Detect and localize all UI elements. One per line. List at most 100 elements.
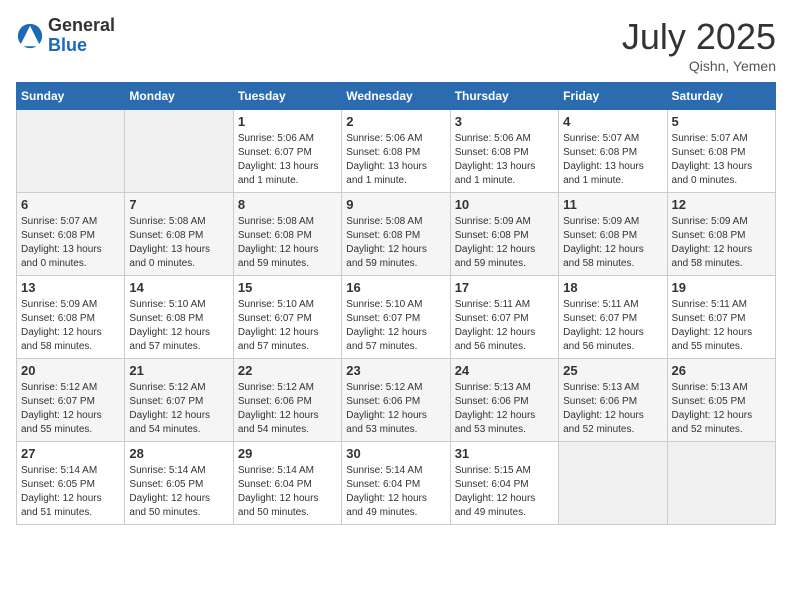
calendar-cell: 10Sunrise: 5:09 AMSunset: 6:08 PMDayligh… bbox=[450, 193, 558, 276]
day-number: 11 bbox=[563, 197, 662, 212]
day-number: 24 bbox=[455, 363, 554, 378]
cell-info: Sunrise: 5:08 AMSunset: 6:08 PMDaylight:… bbox=[238, 215, 337, 271]
day-number: 27 bbox=[21, 446, 120, 461]
day-number: 29 bbox=[238, 446, 337, 461]
day-number: 21 bbox=[129, 363, 228, 378]
cell-info: Sunrise: 5:09 AMSunset: 6:08 PMDaylight:… bbox=[21, 298, 120, 354]
calendar-cell: 21 Sunrise: 5:12 AMSunset: 6:07 PMDayligh… bbox=[125, 359, 233, 442]
calendar-cell: 9 Sunrise: 5:08 AMSunset: 6:08 PMDaylight… bbox=[342, 193, 450, 276]
calendar-cell: 30 Sunrise: 5:14 AMSunset: 6:04 PMDayligh… bbox=[342, 442, 450, 525]
day-number: 22 bbox=[238, 363, 337, 378]
calendar-cell: 26 Sunrise: 5:13 AMSunset: 6:05 PMDayligh… bbox=[667, 359, 775, 442]
day-number: 6 bbox=[21, 197, 120, 212]
cell-info: Sunrise: 5:09 AMSunset: 6:08 PMDaylight:… bbox=[455, 215, 554, 271]
calendar-cell: 15Sunrise: 5:10 AMSunset: 6:07 PMDayligh… bbox=[233, 276, 341, 359]
day-number: 2 bbox=[346, 114, 445, 129]
day-number: 26 bbox=[672, 363, 771, 378]
month-year: July 2025 bbox=[622, 16, 776, 58]
header-day: Saturday bbox=[667, 83, 775, 110]
calendar-cell: 16Sunrise: 5:10 AMSunset: 6:07 PMDayligh… bbox=[342, 276, 450, 359]
cell-info: Sunrise: 5:08 AMSunset: 6:08 PMDaylight:… bbox=[129, 215, 228, 271]
calendar-header: SundayMondayTuesdayWednesdayThursdayFrid… bbox=[17, 83, 776, 110]
day-number: 13 bbox=[21, 280, 120, 295]
calendar-cell: 25 Sunrise: 5:13 AMSunset: 6:06 PMDayligh… bbox=[559, 359, 667, 442]
calendar-week-row: 6Sunrise: 5:07 AMSunset: 6:08 PMDaylight… bbox=[17, 193, 776, 276]
cell-info: Sunrise: 5:12 AMSunset: 6:06 PMDaylight:… bbox=[238, 381, 337, 437]
cell-info: Sunrise: 5:07 AMSunset: 6:08 PMDaylight:… bbox=[672, 132, 771, 188]
day-number: 1 bbox=[238, 114, 337, 129]
calendar-body: 1Sunrise: 5:06 AMSunset: 6:07 PMDaylight… bbox=[17, 110, 776, 525]
logo-blue: Blue bbox=[48, 36, 115, 56]
day-number: 28 bbox=[129, 446, 228, 461]
calendar-cell: 19 Sunrise: 5:11 AMSunset: 6:07 PMDayligh… bbox=[667, 276, 775, 359]
calendar-week-row: 13 Sunrise: 5:09 AMSunset: 6:08 PMDayligh… bbox=[17, 276, 776, 359]
calendar-cell bbox=[17, 110, 125, 193]
calendar-week-row: 1Sunrise: 5:06 AMSunset: 6:07 PMDaylight… bbox=[17, 110, 776, 193]
calendar-cell: 17 Sunrise: 5:11 AMSunset: 6:07 PMDayligh… bbox=[450, 276, 558, 359]
day-number: 30 bbox=[346, 446, 445, 461]
day-number: 4 bbox=[563, 114, 662, 129]
logo: General Blue bbox=[16, 16, 115, 56]
header-day: Wednesday bbox=[342, 83, 450, 110]
calendar-cell: 5 Sunrise: 5:07 AMSunset: 6:08 PMDaylight… bbox=[667, 110, 775, 193]
day-number: 3 bbox=[455, 114, 554, 129]
calendar-cell: 3Sunrise: 5:06 AMSunset: 6:08 PMDaylight… bbox=[450, 110, 558, 193]
cell-info: Sunrise: 5:06 AMSunset: 6:08 PMDaylight:… bbox=[346, 132, 445, 188]
day-number: 31 bbox=[455, 446, 554, 461]
calendar-cell: 31 Sunrise: 5:15 AMSunset: 6:04 PMDayligh… bbox=[450, 442, 558, 525]
cell-info: Sunrise: 5:11 AMSunset: 6:07 PMDaylight:… bbox=[563, 298, 662, 354]
cell-info: Sunrise: 5:12 AMSunset: 6:07 PMDaylight:… bbox=[129, 381, 228, 437]
calendar-cell: 22 Sunrise: 5:12 AMSunset: 6:06 PMDayligh… bbox=[233, 359, 341, 442]
day-number: 25 bbox=[563, 363, 662, 378]
calendar-cell: 12Sunrise: 5:09 AMSunset: 6:08 PMDayligh… bbox=[667, 193, 775, 276]
header-day: Sunday bbox=[17, 83, 125, 110]
calendar-cell: 6Sunrise: 5:07 AMSunset: 6:08 PMDaylight… bbox=[17, 193, 125, 276]
calendar-cell: 4 Sunrise: 5:07 AMSunset: 6:08 PMDaylight… bbox=[559, 110, 667, 193]
header-day: Tuesday bbox=[233, 83, 341, 110]
calendar-cell: 24 Sunrise: 5:13 AMSunset: 6:06 PMDayligh… bbox=[450, 359, 558, 442]
cell-info: Sunrise: 5:13 AMSunset: 6:05 PMDaylight:… bbox=[672, 381, 771, 437]
cell-info: Sunrise: 5:11 AMSunset: 6:07 PMDaylight:… bbox=[455, 298, 554, 354]
calendar-week-row: 27 Sunrise: 5:14 AMSunset: 6:05 PMDayligh… bbox=[17, 442, 776, 525]
calendar-cell: 27 Sunrise: 5:14 AMSunset: 6:05 PMDayligh… bbox=[17, 442, 125, 525]
day-number: 20 bbox=[21, 363, 120, 378]
day-number: 5 bbox=[672, 114, 771, 129]
cell-info: Sunrise: 5:13 AMSunset: 6:06 PMDaylight:… bbox=[563, 381, 662, 437]
cell-info: Sunrise: 5:15 AMSunset: 6:04 PMDaylight:… bbox=[455, 464, 554, 520]
calendar-cell: 11 Sunrise: 5:09 AMSunset: 6:08 PMDayligh… bbox=[559, 193, 667, 276]
day-number: 9 bbox=[346, 197, 445, 212]
day-number: 14 bbox=[129, 280, 228, 295]
location: Qishn, Yemen bbox=[622, 58, 776, 74]
cell-info: Sunrise: 5:14 AMSunset: 6:04 PMDaylight:… bbox=[346, 464, 445, 520]
day-number: 7 bbox=[129, 197, 228, 212]
day-number: 12 bbox=[672, 197, 771, 212]
cell-info: Sunrise: 5:13 AMSunset: 6:06 PMDaylight:… bbox=[455, 381, 554, 437]
header-day: Friday bbox=[559, 83, 667, 110]
calendar-cell: 2 Sunrise: 5:06 AMSunset: 6:08 PMDaylight… bbox=[342, 110, 450, 193]
calendar-cell: 13 Sunrise: 5:09 AMSunset: 6:08 PMDayligh… bbox=[17, 276, 125, 359]
calendar-cell bbox=[559, 442, 667, 525]
calendar-cell: 20Sunrise: 5:12 AMSunset: 6:07 PMDayligh… bbox=[17, 359, 125, 442]
day-number: 19 bbox=[672, 280, 771, 295]
cell-info: Sunrise: 5:11 AMSunset: 6:07 PMDaylight:… bbox=[672, 298, 771, 354]
day-number: 15 bbox=[238, 280, 337, 295]
header-day: Thursday bbox=[450, 83, 558, 110]
calendar-cell bbox=[125, 110, 233, 193]
cell-info: Sunrise: 5:14 AMSunset: 6:05 PMDaylight:… bbox=[21, 464, 120, 520]
calendar-cell: 14Sunrise: 5:10 AMSunset: 6:08 PMDayligh… bbox=[125, 276, 233, 359]
page-header: General Blue July 2025 Qishn, Yemen bbox=[16, 16, 776, 74]
cell-info: Sunrise: 5:10 AMSunset: 6:07 PMDaylight:… bbox=[346, 298, 445, 354]
day-number: 17 bbox=[455, 280, 554, 295]
cell-info: Sunrise: 5:14 AMSunset: 6:05 PMDaylight:… bbox=[129, 464, 228, 520]
cell-info: Sunrise: 5:07 AMSunset: 6:08 PMDaylight:… bbox=[563, 132, 662, 188]
calendar-cell: 28 Sunrise: 5:14 AMSunset: 6:05 PMDayligh… bbox=[125, 442, 233, 525]
calendar-table: SundayMondayTuesdayWednesdayThursdayFrid… bbox=[16, 82, 776, 525]
calendar-cell: 1Sunrise: 5:06 AMSunset: 6:07 PMDaylight… bbox=[233, 110, 341, 193]
calendar-cell bbox=[667, 442, 775, 525]
logo-icon bbox=[16, 22, 44, 50]
day-number: 23 bbox=[346, 363, 445, 378]
logo-general: General bbox=[48, 16, 115, 36]
calendar-cell: 29Sunrise: 5:14 AMSunset: 6:04 PMDayligh… bbox=[233, 442, 341, 525]
cell-info: Sunrise: 5:08 AMSunset: 6:08 PMDaylight:… bbox=[346, 215, 445, 271]
cell-info: Sunrise: 5:09 AMSunset: 6:08 PMDaylight:… bbox=[563, 215, 662, 271]
